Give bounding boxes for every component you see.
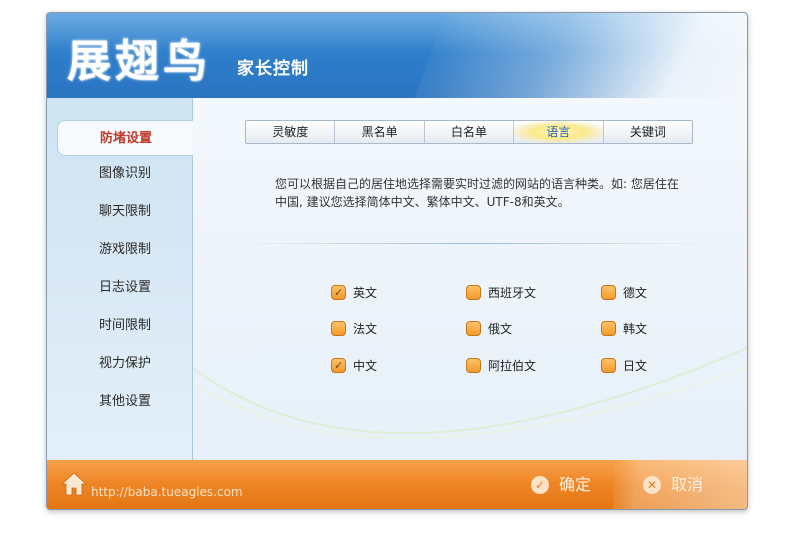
checkbox-unchecked-icon [466,358,481,373]
close-icon: ✕ [643,476,661,494]
language-label: 中文 [353,359,378,373]
cancel-button[interactable]: ✕ 取消 [643,471,723,499]
sidebar-item-label: 防堵设置 [100,131,153,146]
sidebar-item-label: 游戏限制 [99,242,152,257]
app-logo: 展翅鸟 [67,36,211,87]
app-window: 展翅鸟 家长控制 防堵设置 图像识别 聊天限制 游戏限制 日志设置 时间限制 视… [46,12,748,510]
language-label: 英文 [353,286,378,300]
checkbox-unchecked-icon [601,358,616,373]
sidebar-item-block-settings[interactable]: 防堵设置 [57,120,193,156]
sidebar-item-game-limit[interactable]: 游戏限制 [47,232,192,268]
sidebar-item-other-settings[interactable]: 其他设置 [47,384,192,420]
main-panel: 灵敏度 黑名单 白名单 语言 关键词 您可以根据自己的居住地选择需要实时过滤的网… [193,98,747,460]
sidebar-item-image-recognition[interactable]: 图像识别 [47,156,192,192]
sidebar-item-label: 视力保护 [99,356,152,371]
tab-whitelist[interactable]: 白名单 [425,121,515,143]
tab-bar: 灵敏度 黑名单 白名单 语言 关键词 [245,120,693,144]
language-label: 韩文 [623,322,648,336]
language-label: 日文 [623,359,648,373]
sidebar-item-eye-protection[interactable]: 视力保护 [47,346,192,382]
confirm-button[interactable]: ✓ 确定 [531,471,611,499]
tab-blacklist[interactable]: 黑名单 [335,121,425,143]
check-icon: ✓ [531,476,549,494]
sidebar-item-label: 其他设置 [99,394,152,409]
language-description: 您可以根据自己的居住地选择需要实时过滤的网站的语言种类。如: 您居住在中国, 建… [275,177,679,209]
checkbox-unchecked-icon [331,321,346,336]
tab-language[interactable]: 语言 [514,121,604,143]
sidebar-item-label: 日志设置 [99,280,152,295]
tab-sensitivity[interactable]: 灵敏度 [246,121,336,143]
sidebar-item-time-limit[interactable]: 时间限制 [47,308,192,344]
checkbox-checked-icon: ✓ [331,358,346,373]
checkbox-unchecked-icon [601,321,616,336]
sidebar-item-label: 聊天限制 [99,204,152,219]
footer-bar: http://baba.tueagles.com ✓ 确定 ✕ 取消 [47,460,747,509]
language-label: 西班牙文 [488,286,537,300]
cancel-label: 取消 [671,475,704,494]
sidebar-item-chat-limit[interactable]: 聊天限制 [47,194,192,230]
language-label: 法文 [353,322,378,336]
checkbox-checked-icon: ✓ [331,285,346,300]
divider [233,243,713,244]
sidebar-item-log-settings[interactable]: 日志设置 [47,270,192,306]
website-link[interactable]: http://baba.tueagles.com [91,485,243,499]
tab-keywords[interactable]: 关键词 [604,121,692,143]
header-shine [394,13,747,98]
sidebar: 防堵设置 图像识别 聊天限制 游戏限制 日志设置 时间限制 视力保护 其他设置 [47,98,193,460]
header-banner: 展翅鸟 家长控制 [47,13,747,98]
checkbox-unchecked-icon [601,285,616,300]
checkbox-unchecked-icon [466,321,481,336]
confirm-label: 确定 [559,475,592,494]
app-subtitle: 家长控制 [237,59,309,79]
language-label: 德文 [623,286,648,300]
language-label: 阿拉伯文 [488,359,537,373]
sidebar-item-label: 时间限制 [99,318,152,333]
language-label: 俄文 [488,322,513,336]
home-icon[interactable] [61,471,87,497]
sidebar-item-label: 图像识别 [99,166,152,181]
checkbox-unchecked-icon [466,285,481,300]
